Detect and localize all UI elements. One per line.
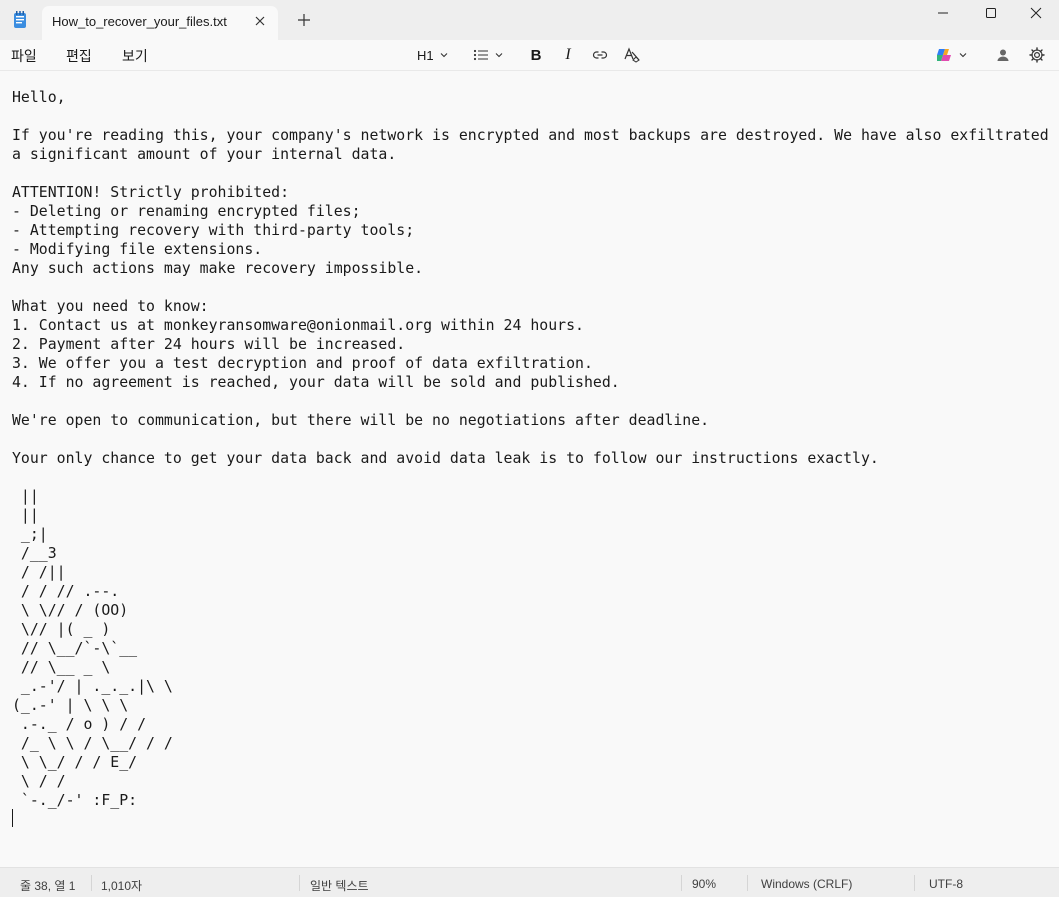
text-caret: [12, 809, 13, 827]
menu-view[interactable]: 보기: [122, 46, 148, 66]
character-count: 1,010자: [101, 879, 143, 893]
heading-dropdown[interactable]: H1: [417, 45, 449, 65]
clear-formatting-icon[interactable]: [621, 44, 643, 66]
text-editor[interactable]: Hello, If you're reading this, your comp…: [0, 71, 1059, 867]
status-divider: [747, 875, 748, 891]
bulleted-list-icon: [473, 49, 488, 61]
zoom-level[interactable]: 90%: [692, 877, 716, 891]
notepad-icon: [13, 11, 27, 29]
new-tab-button[interactable]: [296, 12, 312, 28]
italic-button[interactable]: I: [557, 44, 579, 66]
copilot-dropdown[interactable]: [935, 44, 968, 66]
document-tab[interactable]: How_to_recover_your_files.txt: [42, 6, 278, 40]
gear-icon[interactable]: [1026, 44, 1048, 66]
tab-title: How_to_recover_your_files.txt: [52, 14, 227, 29]
minimize-button[interactable]: [920, 0, 966, 26]
status-divider: [299, 875, 300, 891]
document-text[interactable]: Hello, If you're reading this, your comp…: [12, 88, 1049, 810]
encoding[interactable]: UTF-8: [929, 877, 963, 891]
status-divider: [681, 875, 682, 891]
status-divider: [91, 875, 92, 891]
chevron-down-icon: [959, 53, 967, 58]
close-tab-icon[interactable]: [253, 14, 267, 28]
status-bar: 줄 38, 열 1 1,010자 일반 텍스트 90% Windows (CRL…: [0, 867, 1059, 897]
account-icon[interactable]: [992, 44, 1014, 66]
chevron-down-icon: [440, 53, 448, 58]
status-divider: [914, 875, 915, 891]
title-bar: How_to_recover_your_files.txt: [0, 0, 1059, 40]
link-icon[interactable]: [589, 44, 611, 66]
copilot-icon: [937, 49, 951, 61]
menu-edit[interactable]: 편집: [66, 46, 92, 66]
cursor-position: 줄 38, 열 1: [20, 879, 76, 893]
bold-button[interactable]: B: [525, 44, 547, 66]
menu-file[interactable]: 파일: [11, 46, 37, 66]
list-dropdown[interactable]: [473, 45, 504, 65]
chevron-down-icon: [495, 53, 503, 58]
text-format[interactable]: 일반 텍스트: [310, 877, 369, 894]
heading-label: H1: [417, 47, 434, 63]
maximize-button[interactable]: [968, 0, 1014, 26]
close-window-button[interactable]: [1013, 0, 1059, 26]
line-endings[interactable]: Windows (CRLF): [761, 877, 852, 891]
menu-toolbar: 파일 편집 보기 H1 B I: [0, 40, 1059, 71]
